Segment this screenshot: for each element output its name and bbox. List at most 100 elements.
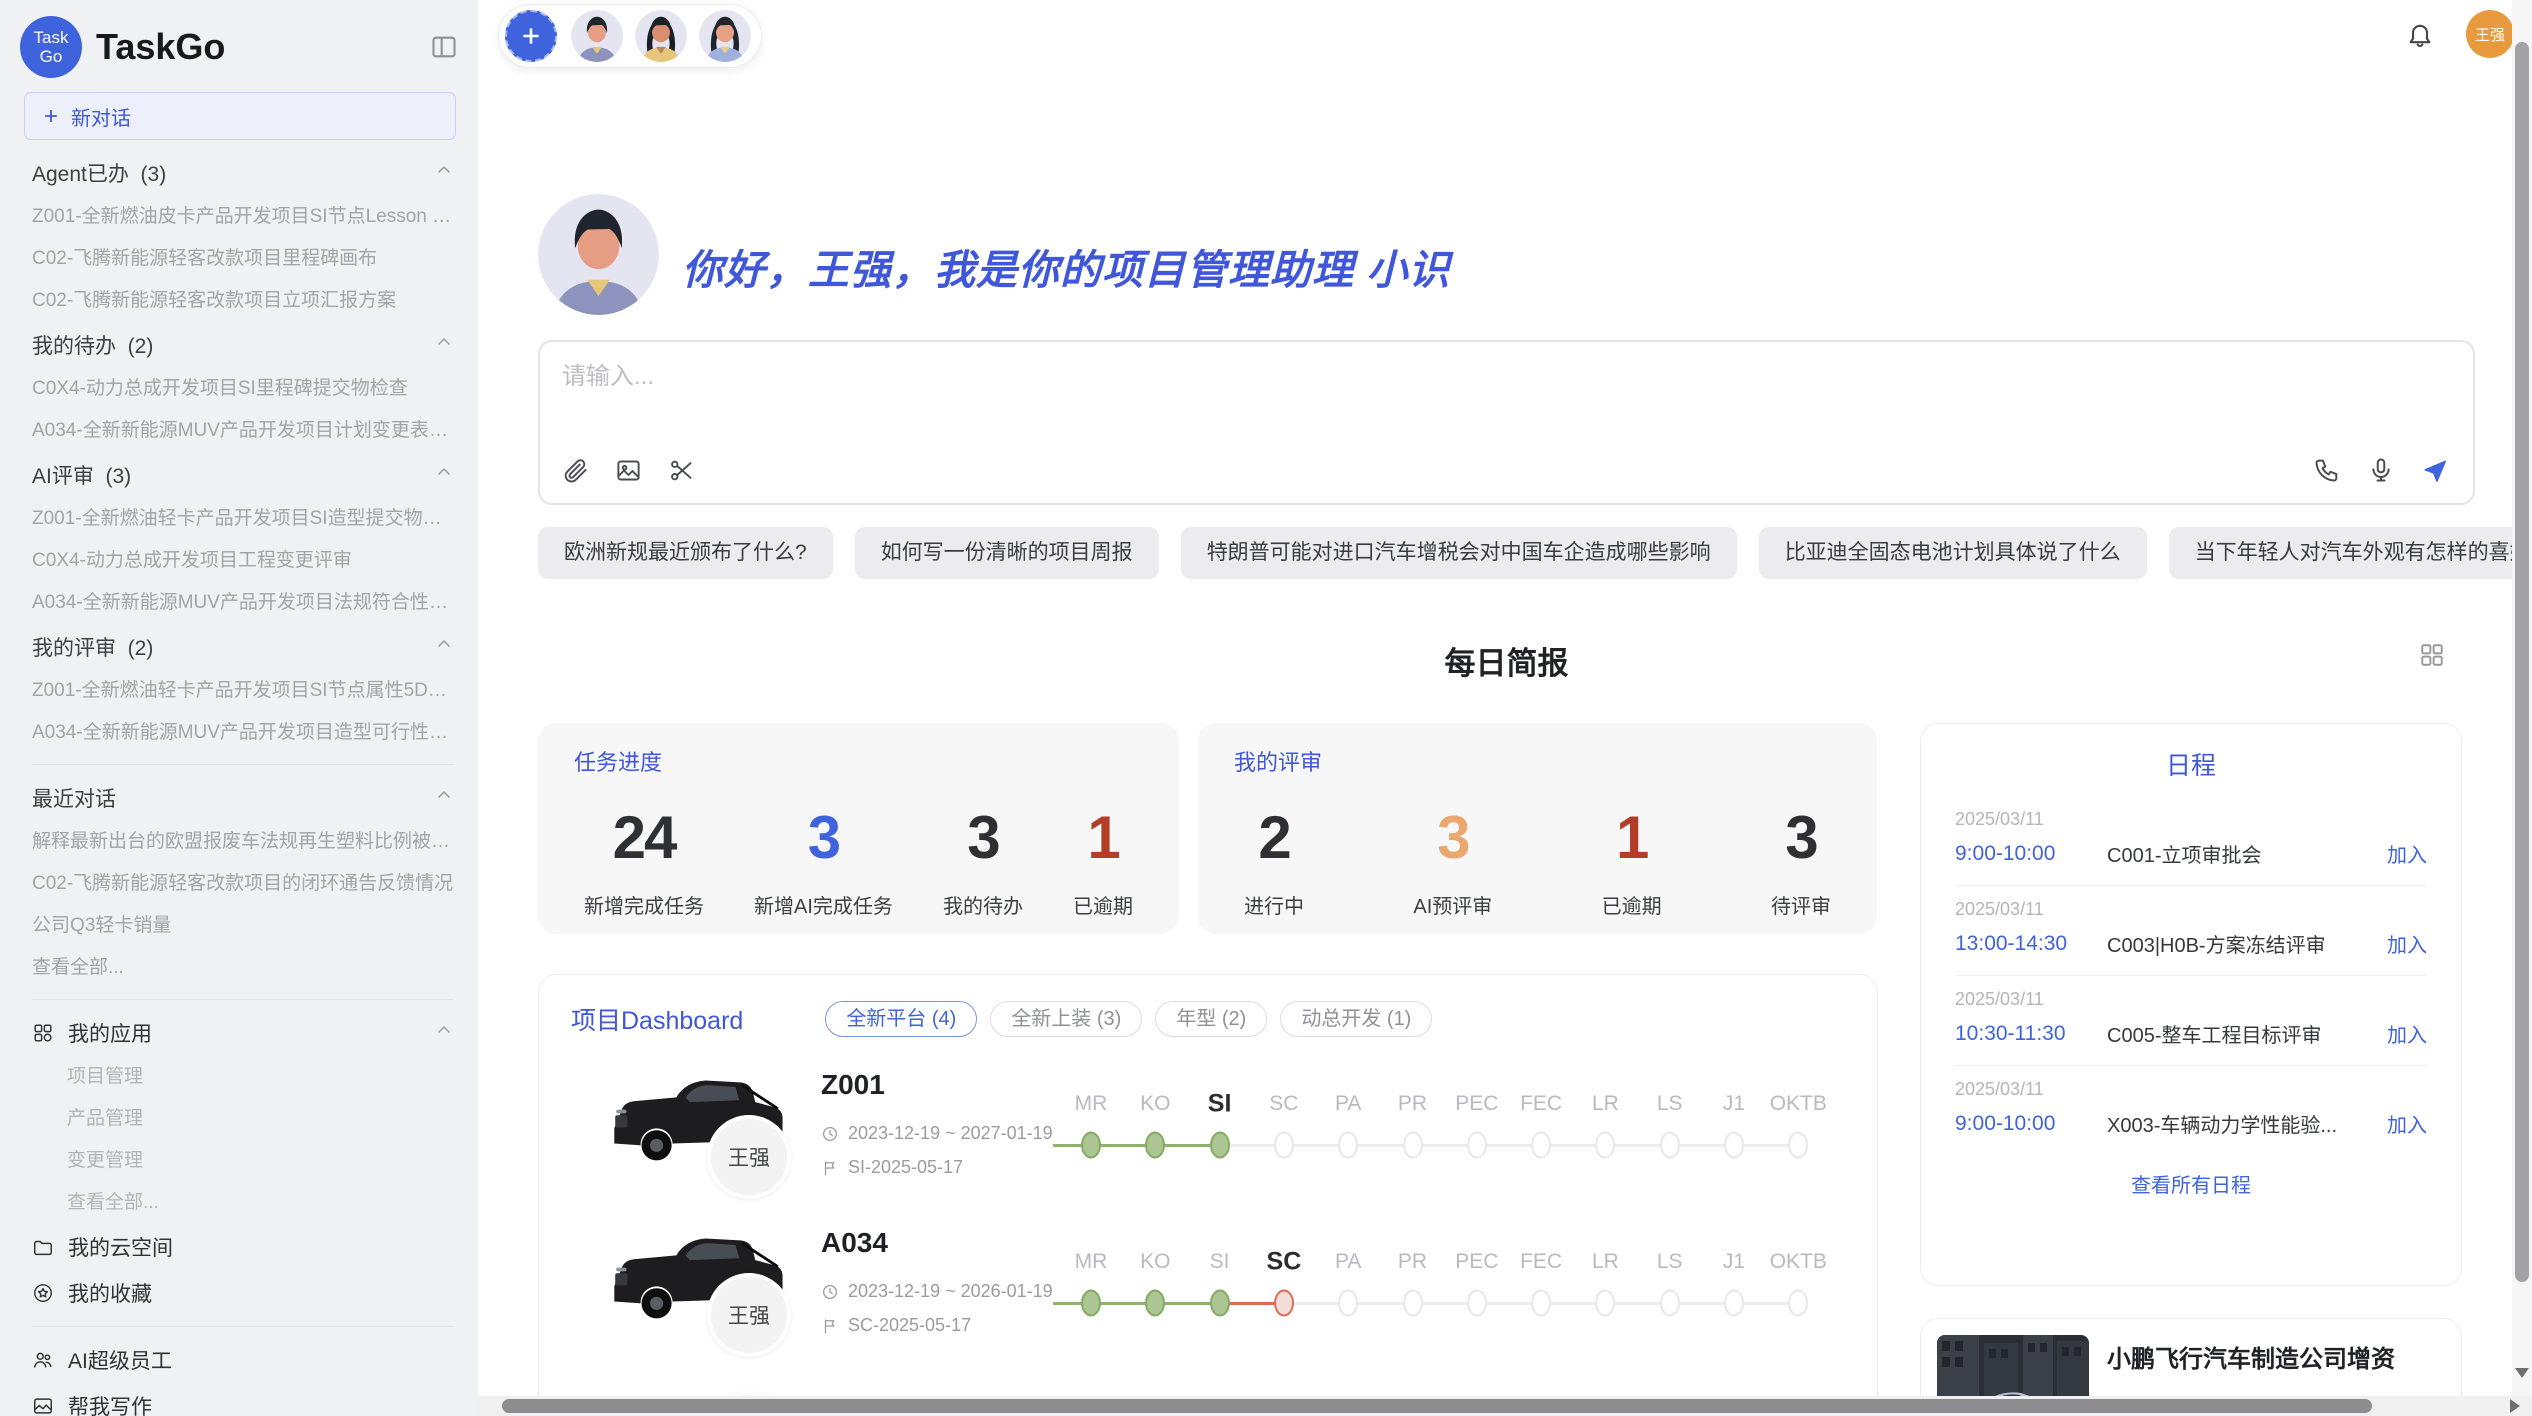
milestone-label-FEC: FEC (1520, 1092, 1562, 1116)
sidebar-collapse-icon[interactable] (430, 33, 458, 61)
sidebar-item-cloud-folder[interactable]: 我的云空间 (32, 1224, 454, 1270)
milestone-label-LR: LR (1592, 1092, 1619, 1116)
sidebar-app-child[interactable]: 查看全部... (32, 1182, 454, 1224)
sidebar-item[interactable]: Z001-全新燃油轻卡产品开发项目SI节点属性5D文件评审 (32, 670, 454, 712)
stat-value: 3 (754, 803, 893, 872)
sidebar-section-4-header[interactable]: 最近对话 (32, 775, 454, 821)
dashboard-tab[interactable]: 动总开发 (1) (1280, 1001, 1432, 1037)
vertical-scrollbar-thumb[interactable] (2515, 42, 2529, 1282)
stat-label: 我的待办 (943, 890, 1023, 919)
milestone-label-OKTB: OKTB (1770, 1250, 1827, 1274)
sidebar-tool-write[interactable]: 帮我写作 (32, 1383, 454, 1416)
agent-avatar-3[interactable] (699, 10, 751, 62)
sidebar-item[interactable]: 公司Q3轻卡销量 (32, 905, 454, 947)
suggestion-chip[interactable]: 欧洲新规最近颁布了什么? (538, 527, 833, 579)
milestone-dot-FEC (1531, 1290, 1551, 1317)
flag-icon (821, 1159, 839, 1177)
join-link[interactable]: 加入 (2387, 839, 2427, 868)
input-toolbar-left (562, 457, 695, 489)
vertical-scrollbar[interactable] (2512, 0, 2532, 1396)
join-link[interactable]: 加入 (2387, 929, 2427, 958)
agent-avatar-2[interactable] (635, 10, 687, 62)
section-label: AI评审 (3) (32, 460, 131, 490)
project-name[interactable]: Z001 (821, 1069, 885, 1101)
sidebar-app-child[interactable]: 产品管理 (32, 1098, 454, 1140)
sidebar-item[interactable]: 解释最新出台的欧盟报废车法规再生塑料比例被调至15%... (32, 821, 454, 863)
milestone-dot-SC (1274, 1290, 1294, 1317)
sidebar-item-my-apps[interactable]: 我的应用 (32, 1010, 454, 1056)
sidebar-app-child[interactable]: 项目管理 (32, 1056, 454, 1098)
sidebar-item[interactable]: Z001-全新燃油皮卡产品开发项目SI节点Lesson Learn报告 (32, 196, 454, 238)
menu-label: 我的云空间 (68, 1232, 173, 1262)
dashboard-tab[interactable]: 全新上装 (3) (990, 1001, 1142, 1037)
sidebar-item[interactable]: A034-全新新能源MUV产品开发项目法规符合性评审 (32, 582, 454, 624)
sidebar-section-0-header[interactable]: Agent已办 (3) (32, 150, 454, 196)
milestone-label-PR: PR (1398, 1092, 1427, 1116)
logo-text-1: Task (34, 28, 69, 47)
schedule-date: 2025/03/11 (1955, 989, 2427, 1010)
join-link[interactable]: 加入 (2387, 1019, 2427, 1048)
phone-button[interactable] (2313, 456, 2341, 489)
sidebar-item[interactable]: Z001-全新燃油轻卡产品开发项目SI造型提交物评审 (32, 498, 454, 540)
suggestion-chip[interactable]: 如何写一份清晰的项目周报 (855, 527, 1159, 579)
stat-AI预评审: 3 AI预评审 (1413, 803, 1492, 919)
suggestion-chip[interactable]: 特朗普可能对进口汽车增税会对中国车企造成哪些影响 (1181, 527, 1737, 579)
sidebar-item[interactable]: 查看全部... (32, 947, 454, 989)
project-flag: SC-2025-05-17 (821, 1315, 971, 1336)
sidebar-item[interactable]: C02-飞腾新能源轻客改款项目里程碑画布 (32, 238, 454, 280)
milestone-label-PEC: PEC (1455, 1250, 1498, 1274)
schedule-time: 10:30-11:30 (1955, 1022, 2107, 1046)
stat-label: AI预评审 (1413, 890, 1492, 919)
milestone-label-PR: PR (1398, 1250, 1427, 1274)
prompt-input[interactable] (562, 356, 2162, 446)
divider (32, 999, 454, 1000)
stat-新增AI完成任务: 3 新增AI完成任务 (754, 803, 893, 919)
scroll-down-arrow[interactable] (2515, 1368, 2529, 1382)
mic-button[interactable] (2367, 456, 2395, 489)
milestone-label-PA: PA (1335, 1092, 1361, 1116)
dashboard-tab[interactable]: 全新平台 (4) (825, 1001, 977, 1037)
user-avatar[interactable]: 王强 (2466, 10, 2514, 58)
sidebar-section-2-header[interactable]: AI评审 (3) (32, 452, 454, 498)
stat-value: 3 (1771, 803, 1831, 872)
sidebar-tool-people[interactable]: AI超级员工 (32, 1337, 454, 1383)
dashboard-tab[interactable]: 年型 (2) (1155, 1001, 1267, 1037)
image-button[interactable] (615, 457, 642, 489)
sidebar-item[interactable]: C0X4-动力总成开发项目工程变更评审 (32, 540, 454, 582)
milestone-label-SI: SI (1208, 1090, 1232, 1119)
agent-avatar-1[interactable] (571, 10, 623, 62)
suggestion-chip[interactable]: 比亚迪全固态电池计划具体说了什么 (1759, 527, 2147, 579)
milestone-dot-LS (1660, 1132, 1680, 1159)
project-name[interactable]: A034 (821, 1227, 888, 1259)
suggestion-chip[interactable]: 当下年轻人对汽车外观有怎样的喜好趋势 (2169, 527, 2532, 579)
milestone-dot-J1 (1724, 1290, 1744, 1317)
sidebar-item[interactable]: A034-全新新能源MUV产品开发项目计划变更表编写 (32, 410, 454, 452)
sidebar-item[interactable]: C0X4-动力总成开发项目SI里程碑提交物检查 (32, 368, 454, 410)
sidebar-item[interactable]: C02-飞腾新能源轻客改款项目的闭环通告反馈情况 (32, 863, 454, 905)
sidebar-item[interactable]: C02-飞腾新能源轻客改款项目立项汇报方案 (32, 280, 454, 322)
sidebar-section-3-header[interactable]: 我的评审 (2) (32, 624, 454, 670)
sidebar-item-star-circle[interactable]: 我的收藏 (32, 1270, 454, 1316)
sidebar-app-child[interactable]: 变更管理 (32, 1140, 454, 1182)
scissors-button[interactable] (668, 457, 695, 489)
schedule-item: 2025/03/11 9:00-10:00 X003-车辆动力学性能验... 加… (1955, 1066, 2427, 1155)
horizontal-scrollbar[interactable] (478, 1396, 2532, 1416)
layout-grid-icon[interactable] (2419, 642, 2445, 668)
new-chat-button[interactable]: 新对话 (24, 92, 456, 140)
view-all-schedule-link[interactable]: 查看所有日程 (1955, 1155, 2427, 1212)
scroll-right-arrow[interactable] (2510, 1399, 2524, 1413)
scissors-icon (668, 457, 695, 484)
horizontal-scrollbar-thumb[interactable] (502, 1399, 2372, 1413)
schedule-card: 日程 2025/03/11 9:00-10:00 C001-立项审批会 加入 2… (1920, 723, 2462, 1286)
sidebar-section-1-header[interactable]: 我的待办 (2) (32, 322, 454, 368)
paperclip-button[interactable] (562, 457, 589, 489)
add-agent-button[interactable] (505, 10, 557, 62)
send-button[interactable] (2421, 456, 2449, 489)
join-link[interactable]: 加入 (2387, 1109, 2427, 1138)
sidebar-item[interactable]: A034-全新新能源MUV产品开发项目造型可行性评审 (32, 712, 454, 754)
my-review-card: 我的评审 2 进行中 3 AI预评审 1 已逾期 3 待评审 (1198, 723, 1877, 934)
logo-text-2: Go (40, 47, 63, 66)
notification-bell-icon[interactable] (2406, 20, 2434, 48)
project-dates: 2023-12-19 ~ 2027-01-19 (821, 1123, 1053, 1144)
menu-label: 我的收藏 (68, 1278, 152, 1308)
